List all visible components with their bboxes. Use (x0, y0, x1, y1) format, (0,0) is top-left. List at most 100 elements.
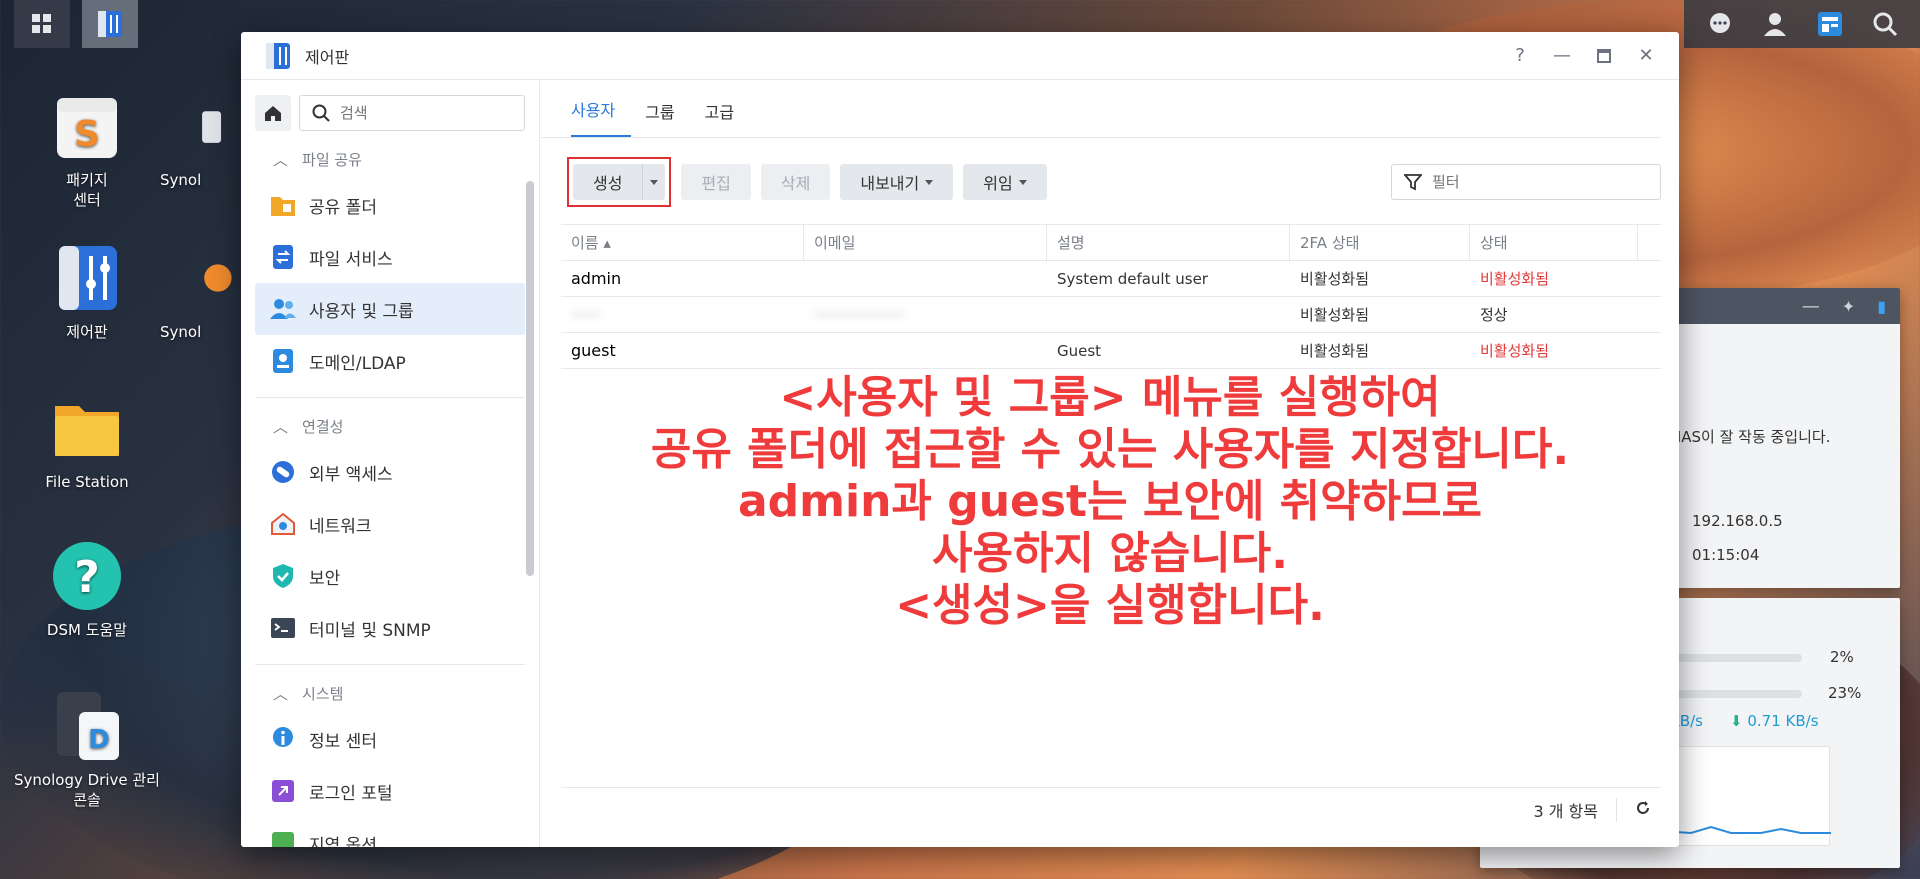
window-title: 제어판 (305, 47, 350, 67)
widget-menu-icon[interactable]: ▮ (1877, 297, 1886, 316)
control-panel-icon (59, 246, 117, 310)
filter-icon (1404, 174, 1422, 191)
sidebar-item-shared-folder[interactable]: 공유 폴더 (255, 179, 525, 231)
terminal-icon (269, 614, 297, 642)
sidebar-item-users-groups[interactable]: 사용자 및 그룹 (255, 283, 525, 335)
filter-box[interactable] (1391, 164, 1661, 200)
chevron-up-icon: ︿ (273, 150, 289, 169)
close-button[interactable]: ✕ (1631, 41, 1661, 71)
maximize-button[interactable] (1589, 41, 1619, 71)
section-file-sharing[interactable]: ︿ 파일 공유 (241, 139, 539, 179)
users-table: 이름 ▴ 이메일 설명 2FA 상태 상태 admin System defau… (561, 224, 1661, 369)
window-titlebar: 제어판 ? — ✕ (241, 32, 1679, 80)
drive-admin-icon: D (57, 692, 119, 760)
desktop-icon-file-station[interactable]: File Station (12, 390, 162, 492)
control-panel-icon (98, 11, 122, 37)
main-menu-button[interactable] (14, 0, 70, 48)
sidebar-item-domain-ldap[interactable]: 도메인/LDAP (255, 335, 525, 387)
sidebar-item-file-services[interactable]: 파일 서비스 (255, 231, 525, 283)
refresh-button[interactable] (1635, 800, 1651, 820)
caret-down-icon (650, 179, 659, 185)
sidebar-item-external-access[interactable]: 외부 액세스 (255, 446, 525, 498)
divider (255, 397, 525, 398)
login-portal-icon (269, 777, 297, 805)
sidebar-search[interactable] (299, 95, 525, 131)
tab-bar: 사용자 그룹 고급 (541, 81, 1661, 138)
create-dropdown-button[interactable] (643, 164, 665, 200)
app-icon (202, 111, 222, 143)
grid-icon (32, 14, 51, 33)
sidebar-item-network[interactable]: 네트워크 (255, 498, 525, 550)
column-2fa-status[interactable]: 2FA 상태 (1290, 225, 1470, 260)
home-icon (265, 106, 281, 121)
help-button[interactable]: ? (1505, 41, 1535, 71)
edit-button[interactable]: 편집 (681, 164, 751, 200)
column-status[interactable]: 상태 (1470, 225, 1638, 260)
status-text: NAS이 잘 작동 중입니다. (1670, 428, 1831, 446)
sidebar-item-login-portal[interactable]: 로그인 포털 (255, 765, 525, 817)
control-panel-window: 제어판 ? — ✕ ︿ 파일 공유 공유 폴더 파일 서비스 (241, 32, 1679, 847)
delete-button[interactable]: 삭제 (760, 164, 831, 200)
pin-icon[interactable]: ✦ (1842, 297, 1855, 316)
tab-advanced[interactable]: 고급 (705, 99, 750, 137)
create-highlight: 생성 (567, 157, 672, 207)
export-button[interactable]: 내보내기 (840, 164, 954, 200)
toolbar: 생성 편집 삭제 내보내기 위임 (541, 138, 1679, 208)
chat-icon[interactable] (1705, 9, 1735, 39)
section-connectivity[interactable]: ︿ 연결성 (241, 406, 539, 446)
table-header: 이름 ▴ 이메일 설명 2FA 상태 상태 (561, 225, 1661, 261)
taskbar-tray (1684, 0, 1920, 48)
annotation-line: <사용자 및 그룹> 메뉴를 실행하여 (779, 372, 1441, 423)
user-icon[interactable] (1760, 9, 1790, 39)
search-icon[interactable] (1870, 9, 1900, 39)
table-footer: 3 개 항목 (561, 787, 1661, 831)
ip-address: 192.168.0.5 (1692, 512, 1783, 530)
refresh-icon (1637, 800, 1649, 814)
caret-down-icon (1018, 179, 1027, 185)
ram-value: 23% (1828, 684, 1862, 702)
table-row[interactable]: admin System default user 비활성화됨 비활성화됨 (561, 261, 1661, 297)
filter-input[interactable] (1432, 173, 1632, 191)
sidebar-item-security[interactable]: 보안 (255, 550, 525, 602)
tab-groups[interactable]: 그룹 (645, 99, 690, 137)
shared-folder-icon (269, 191, 297, 219)
section-system[interactable]: ︿ 시스템 (241, 673, 539, 713)
cpu-value: 2% (1830, 648, 1854, 666)
download-speed: ⬇ 0.71 KB/s (1730, 712, 1819, 730)
desktop-icon-synology-drive-admin[interactable]: D Synology Drive 관리 콘솔 (12, 688, 162, 810)
desktop-icon-package-center[interactable]: S 패키지 센터 (12, 88, 162, 210)
widgets-icon[interactable] (1815, 9, 1845, 39)
taskbar-control-panel[interactable] (82, 0, 138, 48)
column-description[interactable]: 설명 (1047, 225, 1290, 260)
delegate-button[interactable]: 위임 (963, 164, 1047, 200)
tab-users[interactable]: 사용자 (571, 97, 632, 137)
chevron-up-icon: ︿ (273, 684, 289, 703)
help-icon: ? (53, 542, 121, 610)
sidebar-scrollbar[interactable] (526, 181, 534, 576)
minimize-icon[interactable]: — (1802, 296, 1820, 317)
column-email[interactable]: 이메일 (804, 225, 1047, 260)
desktop-icon-dsm-help[interactable]: ? DSM 도움말 (12, 538, 162, 640)
desktop-icon-synology-2[interactable]: Synol (160, 240, 240, 342)
divider (255, 664, 525, 665)
annotation-line: 사용하지 않습니다. (932, 528, 1288, 579)
create-split-button: 생성 (573, 164, 666, 200)
table-row[interactable]: ······ ·················· 비활성화됨 정상 (561, 297, 1661, 333)
table-row[interactable]: guest Guest 비활성화됨 비활성화됨 (561, 333, 1661, 369)
desktop-icon-synology[interactable]: Synol (160, 88, 240, 190)
uptime: 01:15:04 (1692, 546, 1760, 564)
home-button[interactable] (255, 95, 291, 131)
minimize-button[interactable]: — (1547, 41, 1577, 71)
external-access-icon (269, 458, 297, 486)
network-icon (269, 510, 297, 538)
users-icon (269, 295, 297, 323)
sidebar-item-info-center[interactable]: 정보 센터 (255, 713, 525, 765)
svg-text:?: ? (74, 552, 100, 603)
sidebar-item-terminal-snmp[interactable]: 터미널 및 SNMP (255, 602, 525, 654)
create-button[interactable]: 생성 (573, 164, 644, 200)
search-input[interactable] (340, 104, 520, 122)
column-name[interactable]: 이름 ▴ (561, 225, 804, 260)
divider (1616, 797, 1617, 822)
desktop-icon-control-panel[interactable]: 제어판 (12, 240, 162, 342)
sidebar-item-regional-options[interactable]: 지역 옵션 (255, 817, 525, 847)
